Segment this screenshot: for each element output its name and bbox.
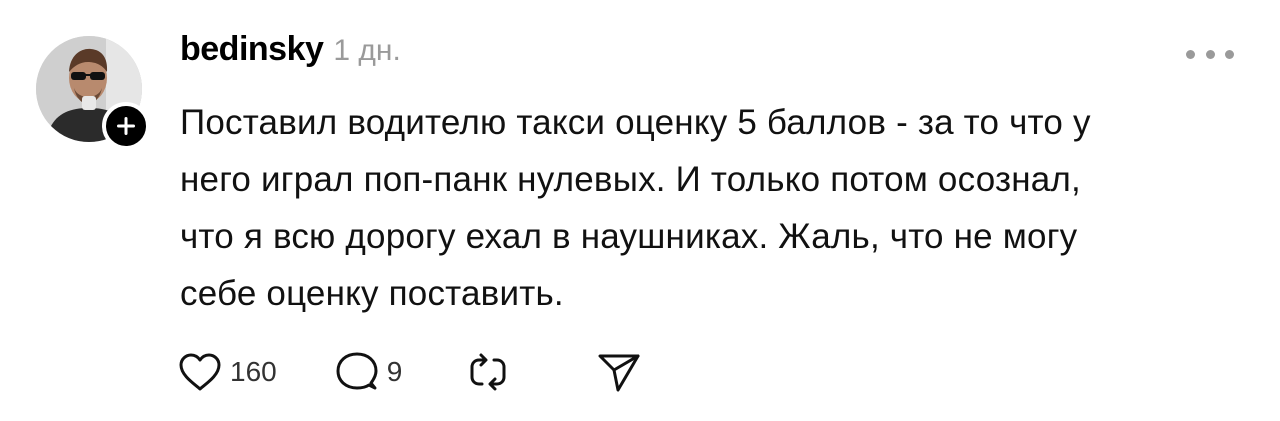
thread-post: bedinsky 1 дн. Поставил водителю такси о… [0, 0, 1280, 421]
ellipsis-icon [1205, 49, 1215, 59]
post-header: bedinsky 1 дн. [180, 30, 401, 80]
repost-icon [470, 353, 506, 391]
timestamp: 1 дн. [333, 34, 401, 67]
post-text-line: Поставил водителю такси оценку 5 баллов … [180, 103, 1091, 142]
heart-icon [179, 353, 221, 391]
ellipsis-icon [1186, 49, 1195, 59]
comment-icon [336, 352, 378, 390]
post-text-line: что я всю дорогу ехал в наушниках. Жаль,… [180, 217, 1078, 256]
share-button[interactable] [596, 350, 642, 394]
like-count: 160 [230, 356, 277, 387]
post-text-line: себе оценку поставить. [180, 274, 564, 313]
post-text-line: него играл поп-панк нулевых. И только по… [180, 160, 1081, 199]
avatar-container [36, 36, 150, 150]
reply-button[interactable]: 9 [335, 350, 403, 394]
reply-count: 9 [386, 356, 403, 387]
username[interactable]: bedinsky [180, 30, 324, 69]
send-icon [598, 354, 640, 392]
like-button[interactable]: 160 [178, 352, 277, 392]
repost-button[interactable] [466, 350, 510, 394]
post-text: Поставил водителю такси оценку 5 баллов … [180, 94, 1250, 322]
plus-icon [117, 117, 135, 135]
action-bar: 160 9 [178, 346, 642, 398]
follow-button[interactable] [102, 102, 150, 150]
ellipsis-icon [1225, 49, 1234, 59]
more-options-button[interactable] [1186, 40, 1234, 68]
